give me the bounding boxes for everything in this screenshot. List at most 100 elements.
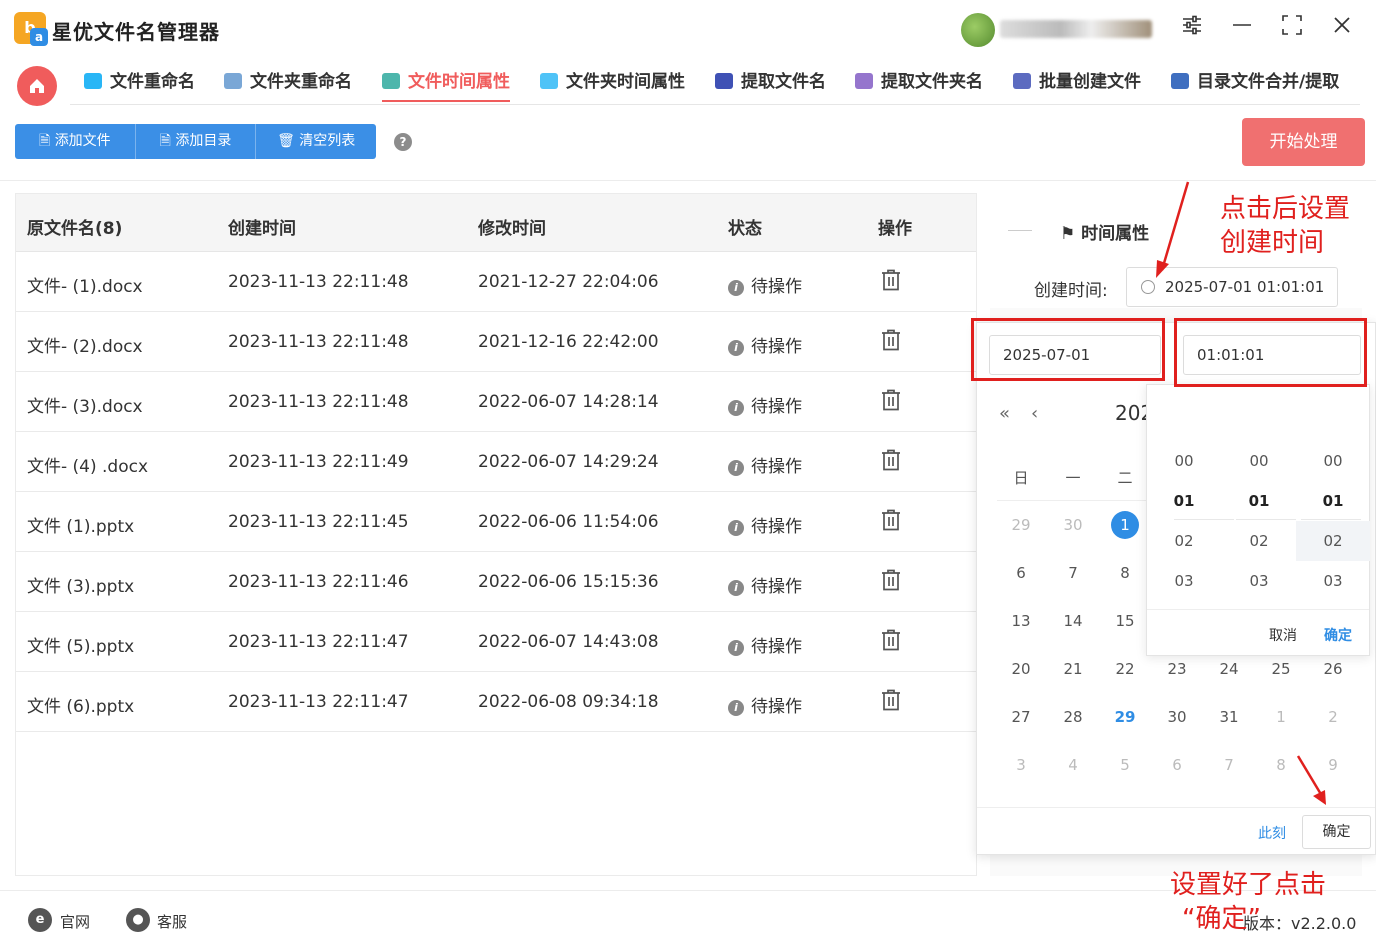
calendar-day[interactable]: 1 xyxy=(1266,703,1296,731)
add-directory-button[interactable]: 🗎 添加目录 xyxy=(136,124,257,159)
calendar-day[interactable]: 3 xyxy=(1006,751,1036,779)
time-option-hours[interactable]: 01 xyxy=(1147,481,1221,521)
minimize-icon[interactable] xyxy=(1227,14,1257,44)
time-option-hours[interactable]: 02 xyxy=(1147,521,1221,561)
calendar-day[interactable]: 7 xyxy=(1214,751,1244,779)
cell-created-time: 2023-11-13 22:11:47 xyxy=(228,632,409,652)
calendar-day[interactable]: 15 xyxy=(1110,607,1140,635)
time-option-seconds[interactable]: 00 xyxy=(1296,441,1370,481)
folder-rename-icon xyxy=(224,73,242,89)
tab-file-time-attributes[interactable]: 文件时间属性 xyxy=(382,70,510,102)
maximize-icon[interactable] xyxy=(1277,14,1307,44)
cell-status: i 待操作 xyxy=(728,512,802,537)
help-icon[interactable]: ? xyxy=(394,133,412,151)
calendar-day[interactable]: 14 xyxy=(1058,607,1088,635)
time-option-minutes[interactable]: 01 xyxy=(1222,481,1296,521)
clear-list-button[interactable]: 🗑 清空列表 xyxy=(256,124,376,159)
time-option-hours[interactable]: 03 xyxy=(1147,561,1221,601)
time-option-hours[interactable]: 00 xyxy=(1147,441,1221,481)
created-time-label: 创建时间: xyxy=(1034,281,1108,301)
time-option-seconds[interactable]: 03 xyxy=(1296,561,1370,601)
time-confirm-button[interactable]: 确定 xyxy=(1324,625,1352,645)
support-chat-icon[interactable]: ● xyxy=(126,908,150,932)
home-button[interactable] xyxy=(17,66,57,106)
table-row[interactable]: 文件- (2).docx 2023-11-13 22:11:48 2021-12-1… xyxy=(16,312,976,372)
add-file-button[interactable]: 🗎 添加文件 xyxy=(15,124,136,159)
table-row[interactable]: 文件 (6).pptx 2023-11-13 22:11:47 2022-06-08… xyxy=(16,672,976,732)
delete-trash-icon[interactable] xyxy=(881,689,901,711)
tab-dir-merge-extract[interactable]: 目录文件合并/提取 xyxy=(1171,70,1339,102)
tab-extract-filenames[interactable]: 提取文件名 xyxy=(715,70,826,102)
file-time-icon xyxy=(382,73,400,89)
calendar-day[interactable]: 4 xyxy=(1058,751,1088,779)
calendar-day[interactable]: 31 xyxy=(1214,703,1244,731)
calendar-day[interactable]: 5 xyxy=(1110,751,1140,779)
website-link[interactable]: 官网 xyxy=(60,911,90,932)
calendar-day[interactable]: 2 xyxy=(1318,703,1348,731)
close-icon[interactable] xyxy=(1327,14,1357,44)
table-row[interactable]: 文件 (5).pptx 2023-11-13 22:11:47 2022-06-07… xyxy=(16,612,976,672)
time-option-minutes[interactable]: 03 xyxy=(1222,561,1296,601)
table-row[interactable]: 文件- (1).docx 2023-11-13 22:11:48 2021-12-2… xyxy=(16,252,976,312)
time-option-seconds[interactable]: 01 xyxy=(1296,481,1370,521)
calendar-day[interactable]: 26 xyxy=(1318,655,1348,683)
support-link[interactable]: 客服 xyxy=(157,911,187,932)
table-row[interactable]: 文件 (3).pptx 2023-11-13 22:11:46 2022-06-06… xyxy=(16,552,976,612)
tab-folder-time-attributes[interactable]: 文件夹时间属性 xyxy=(540,70,685,102)
tab-batch-create-files[interactable]: 批量创建文件 xyxy=(1013,70,1141,102)
settings-sliders-icon[interactable] xyxy=(1177,14,1207,44)
picker-confirm-button[interactable]: 确定 xyxy=(1302,815,1371,849)
table-row[interactable]: 文件- (3).docx 2023-11-13 22:11:48 2022-06-0… xyxy=(16,372,976,432)
table-row[interactable]: 文件 (1).pptx 2023-11-13 22:11:45 2022-06-06… xyxy=(16,492,976,552)
prev-month-icon[interactable]: ‹ xyxy=(1031,403,1038,424)
nav-tabs: 文件重命名 文件夹重命名 文件时间属性 文件夹时间属性 提取文件名 提取文件夹名… xyxy=(70,64,1360,105)
calendar-day[interactable]: 24 xyxy=(1214,655,1244,683)
start-processing-button[interactable]: 开始处理 xyxy=(1242,118,1365,166)
delete-trash-icon[interactable] xyxy=(881,629,901,651)
tab-folder-rename[interactable]: 文件夹重命名 xyxy=(224,70,352,102)
calendar-day[interactable]: 25 xyxy=(1266,655,1296,683)
calendar-day[interactable]: 1 xyxy=(1111,511,1139,539)
calendar-day[interactable]: 22 xyxy=(1110,655,1140,683)
time-cancel-button[interactable]: 取消 xyxy=(1269,625,1297,645)
tab-extract-foldernames[interactable]: 提取文件夹名 xyxy=(855,70,983,102)
delete-trash-icon[interactable] xyxy=(881,569,901,591)
website-icon[interactable]: e xyxy=(28,908,52,932)
header-actions: 操作 xyxy=(878,219,912,239)
calendar-day[interactable]: 28 xyxy=(1058,703,1088,731)
cell-created-time: 2023-11-13 22:11:48 xyxy=(228,392,409,412)
cell-modified-time: 2022-06-06 15:15:36 xyxy=(478,572,659,592)
cell-status: i 待操作 xyxy=(728,392,802,417)
delete-trash-icon[interactable] xyxy=(881,329,901,351)
user-avatar[interactable] xyxy=(961,13,995,47)
cell-modified-time: 2022-06-07 14:43:08 xyxy=(478,632,659,652)
calendar-day[interactable]: 7 xyxy=(1058,559,1088,587)
time-option-minutes[interactable]: 00 xyxy=(1222,441,1296,481)
annotation-arrow-top xyxy=(1156,181,1190,278)
calendar-day[interactable]: 30 xyxy=(1162,703,1192,731)
calendar-day[interactable]: 23 xyxy=(1162,655,1192,683)
calendar-day[interactable]: 8 xyxy=(1110,559,1140,587)
table-row[interactable]: 文件- (4) .docx 2023-11-13 22:11:49 2022-06-… xyxy=(16,432,976,492)
delete-trash-icon[interactable] xyxy=(881,509,901,531)
calendar-day[interactable]: 20 xyxy=(1006,655,1036,683)
calendar-day[interactable]: 21 xyxy=(1058,655,1088,683)
calendar-day[interactable]: 30 xyxy=(1058,511,1088,539)
cell-status: i 待操作 xyxy=(728,332,802,357)
calendar-day[interactable]: 13 xyxy=(1006,607,1036,635)
time-option-minutes[interactable]: 02 xyxy=(1222,521,1296,561)
cell-modified-time: 2022-06-08 09:34:18 xyxy=(478,692,659,712)
calendar-day[interactable]: 27 xyxy=(1006,703,1036,731)
calendar-day[interactable]: 29 xyxy=(1110,703,1140,731)
cell-created-time: 2023-11-13 22:11:46 xyxy=(228,572,409,592)
calendar-day[interactable]: 6 xyxy=(1006,559,1036,587)
now-link[interactable]: 此刻 xyxy=(1258,823,1286,843)
delete-trash-icon[interactable] xyxy=(881,269,901,291)
calendar-day[interactable]: 6 xyxy=(1162,751,1192,779)
delete-trash-icon[interactable] xyxy=(881,389,901,411)
prev-year-icon[interactable]: « xyxy=(999,403,1010,424)
calendar-day[interactable]: 29 xyxy=(1006,511,1036,539)
delete-trash-icon[interactable] xyxy=(881,449,901,471)
tab-file-rename[interactable]: 文件重命名 xyxy=(84,70,195,102)
time-option-seconds[interactable]: 02 xyxy=(1296,521,1370,561)
